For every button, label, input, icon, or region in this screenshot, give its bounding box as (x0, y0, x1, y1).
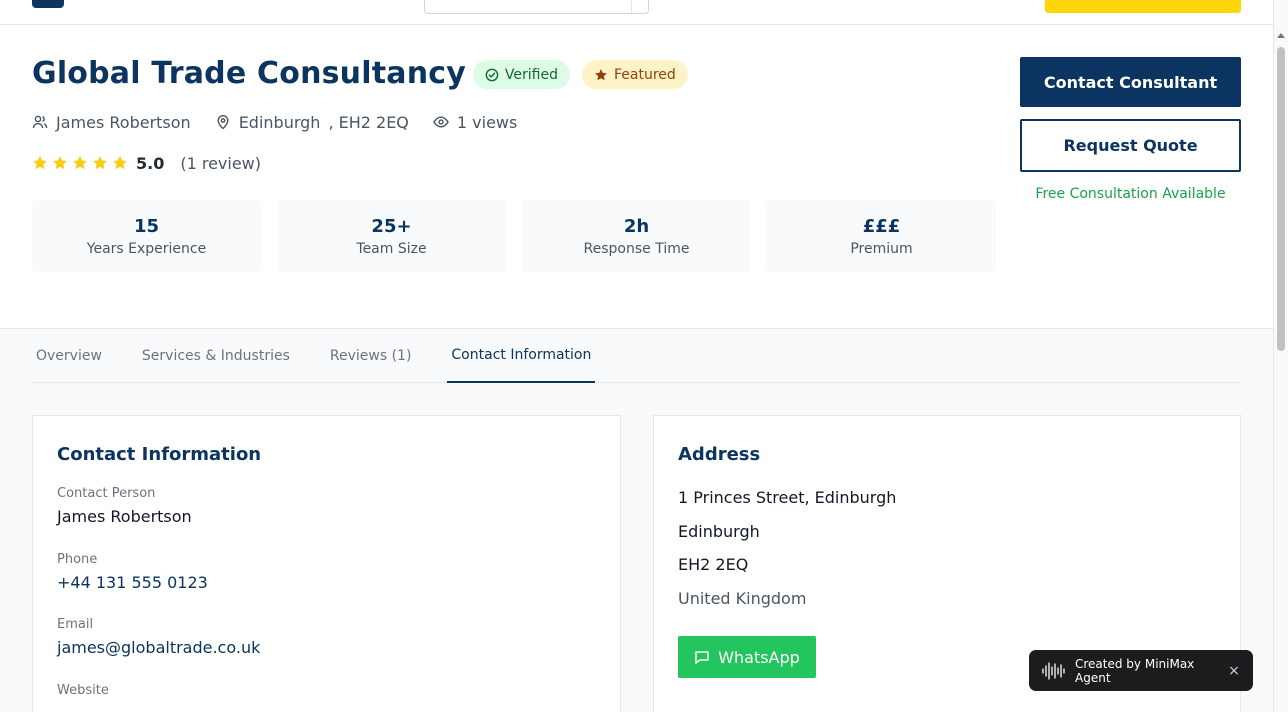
contact-person-field: Contact Person James Robertson (57, 486, 192, 526)
verified-badge: Verified (473, 60, 570, 89)
search-divider (631, 0, 632, 13)
page-scrollbar[interactable] (1273, 0, 1288, 712)
stats-row: 15 Years Experience 25+ Team Size 2h Res… (32, 200, 996, 272)
stat-label: Response Time (583, 240, 690, 257)
verified-label: Verified (504, 66, 558, 83)
stat-label: Premium (850, 240, 913, 257)
location-postcode: , EH2 2EQ (328, 112, 409, 132)
nav-cta-button[interactable] (1045, 0, 1241, 13)
meta-contact: James Robertson (32, 113, 191, 132)
search-input[interactable] (424, 0, 649, 14)
contact-consultant-button[interactable]: Contact Consultant (1020, 57, 1241, 107)
stat-card: 25+ Team Size (277, 200, 506, 272)
tab-services-industries[interactable]: Services & Industries (138, 329, 294, 383)
request-quote-button[interactable]: Request Quote (1020, 119, 1241, 172)
audio-wave-icon (1042, 661, 1065, 680)
stat-card: 2h Response Time (522, 200, 751, 272)
scroll-up-arrow-icon[interactable] (1277, 33, 1285, 38)
minimax-toast: Created by MiniMax Agent × (1029, 650, 1253, 691)
tab-contact-information[interactable]: Contact Information (447, 329, 596, 383)
stat-label: Team Size (356, 240, 427, 257)
address-postcode: EH2 2EQ (678, 555, 749, 574)
contact-name: James Robertson (56, 112, 191, 132)
stat-value: £££ (862, 215, 901, 237)
email-label: Email (57, 617, 94, 632)
featured-label: Featured (614, 66, 676, 83)
star-icon (595, 68, 607, 80)
meta-views: 1 views (433, 113, 517, 132)
star-icon (93, 156, 107, 170)
star-icon (33, 156, 47, 170)
site-logo[interactable] (32, 0, 64, 8)
eye-icon (433, 116, 449, 128)
stat-value: 2h (623, 215, 650, 237)
whatsapp-button[interactable]: WhatsApp (678, 636, 816, 678)
website-field: Website (57, 683, 109, 698)
phone-link[interactable]: +44 131 555 0123 (57, 573, 208, 592)
rating-row: 5.0 (1 review) (32, 153, 261, 173)
contact-card-title: Contact Information (57, 444, 262, 465)
location-city: Edinburgh (238, 112, 321, 132)
stat-value: 15 (133, 215, 160, 237)
email-link[interactable]: james@globaltrade.co.uk (57, 638, 260, 657)
map-pin-icon (217, 115, 229, 130)
free-consultation-note: Free Consultation Available (1035, 186, 1226, 202)
star-icon (113, 156, 127, 170)
listing-meta: James Robertson Edinburgh , EH2 2EQ 1 vi… (32, 112, 541, 132)
star-icon (53, 156, 67, 170)
address-country: United Kingdom (678, 589, 807, 608)
detail-tabs: Overview Services & Industries Reviews (… (32, 329, 1241, 383)
top-navbar (0, 0, 1273, 25)
stat-card: £££ Premium (767, 200, 996, 272)
review-count: (1 review) (180, 153, 262, 173)
phone-field: Phone +44 131 555 0123 (57, 552, 208, 592)
rating-stars (32, 155, 128, 171)
star-icon (73, 156, 87, 170)
contact-information-card: Contact Information Contact Person James… (32, 415, 621, 712)
website-label: Website (57, 683, 109, 698)
contact-person-label: Contact Person (57, 486, 156, 501)
page-title: Global Trade Consultancy (32, 56, 466, 91)
toast-text: Created by MiniMax Agent (1075, 656, 1195, 685)
address-line-1: 1 Princes Street, Edinburgh (678, 488, 897, 507)
tab-reviews[interactable]: Reviews (1) (326, 329, 416, 383)
email-field: Email james@globaltrade.co.uk (57, 617, 260, 657)
address-city: Edinburgh (678, 522, 760, 541)
user-icon (32, 115, 48, 129)
stat-label: Years Experience (86, 240, 207, 257)
close-icon[interactable]: × (1227, 663, 1241, 679)
scrollbar-thumb[interactable] (1277, 47, 1285, 351)
tab-overview[interactable]: Overview (32, 329, 106, 383)
stat-value: 25+ (371, 215, 412, 237)
phone-label: Phone (57, 552, 98, 567)
message-icon (695, 651, 709, 664)
whatsapp-label: WhatsApp (718, 647, 800, 667)
check-circle-icon (485, 68, 499, 81)
rating-value: 5.0 (136, 153, 165, 173)
featured-badge: Featured (582, 60, 688, 89)
stat-card: 15 Years Experience (32, 200, 261, 272)
address-card-title: Address (678, 444, 761, 465)
views-count: 1 views (456, 112, 518, 132)
contact-person-value: James Robertson (57, 507, 192, 526)
meta-location: Edinburgh , EH2 2EQ (215, 113, 409, 132)
